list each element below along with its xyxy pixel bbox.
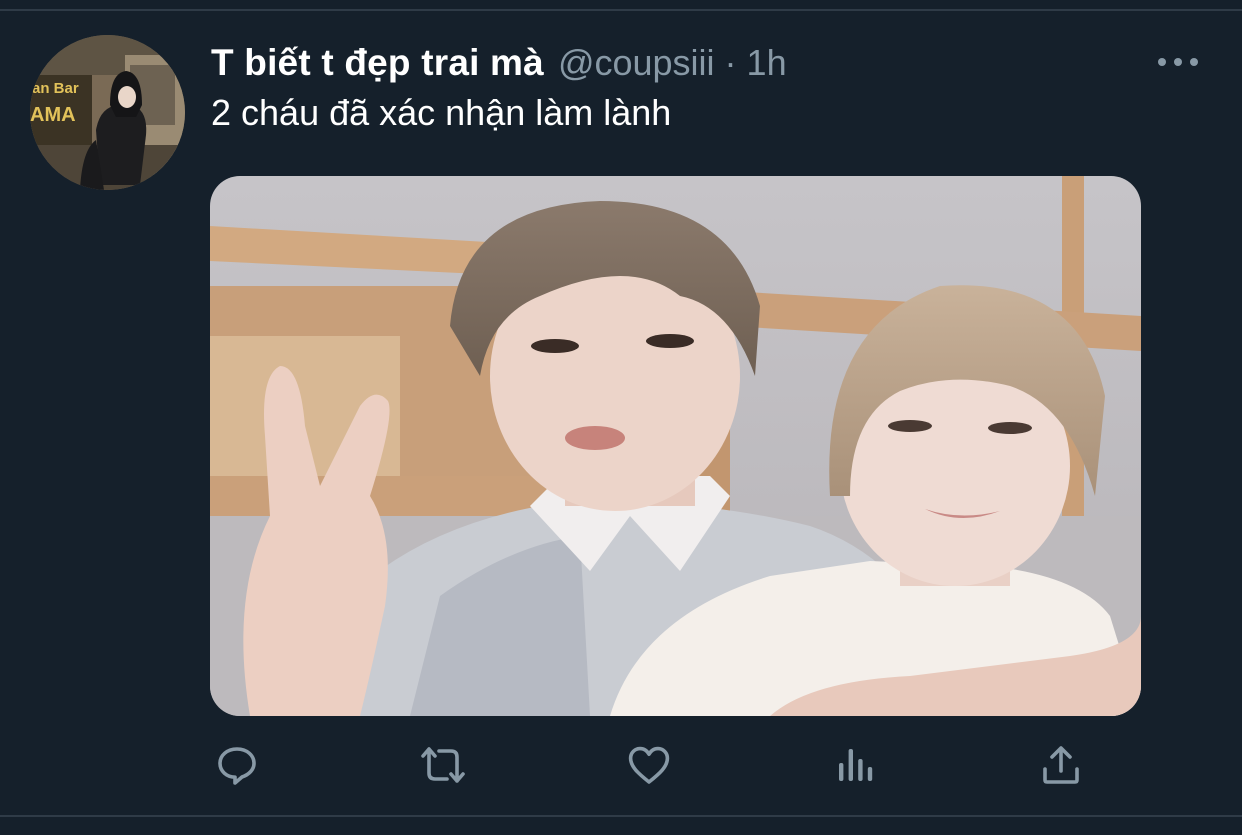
display-name[interactable]: T biết t đẹp trai mà	[211, 42, 544, 84]
analytics-button[interactable]	[826, 735, 886, 795]
bottom-divider	[0, 815, 1242, 817]
separator-dot: ·	[724, 42, 737, 83]
photo-image	[210, 176, 1141, 716]
tweet-photo[interactable]	[210, 176, 1141, 716]
share-icon	[1043, 746, 1079, 784]
share-button[interactable]	[1031, 735, 1091, 795]
user-handle[interactable]: @coupsiii	[558, 42, 715, 84]
tweet-text: 2 cháu đã xác nhận làm lành	[211, 92, 672, 133]
tweet-header: T biết t đẹp trai mà @coupsiii · 1h	[211, 38, 787, 88]
reply-icon	[218, 747, 256, 785]
retweet-icon	[421, 747, 465, 783]
heart-icon	[628, 746, 670, 784]
avatar-image: an Bar AMA	[30, 35, 185, 190]
retweet-button[interactable]	[413, 735, 473, 795]
avatar-sign-line-1: an Bar	[32, 80, 79, 97]
more-dot	[1158, 58, 1166, 66]
like-button[interactable]	[619, 735, 679, 795]
avatar[interactable]: an Bar AMA	[30, 35, 185, 190]
timestamp[interactable]: 1h	[747, 42, 787, 84]
avatar-sign-line-2: AMA	[30, 104, 76, 126]
more-dot	[1190, 58, 1198, 66]
more-options-button[interactable]	[1158, 52, 1198, 72]
tweet-actions	[0, 735, 1242, 795]
top-divider	[0, 9, 1242, 11]
more-dot	[1174, 58, 1182, 66]
analytics-icon	[839, 749, 873, 781]
tweet-view: an Bar AMA T biết t đẹp trai mà @coupsii…	[0, 0, 1242, 835]
reply-button[interactable]	[207, 735, 267, 795]
